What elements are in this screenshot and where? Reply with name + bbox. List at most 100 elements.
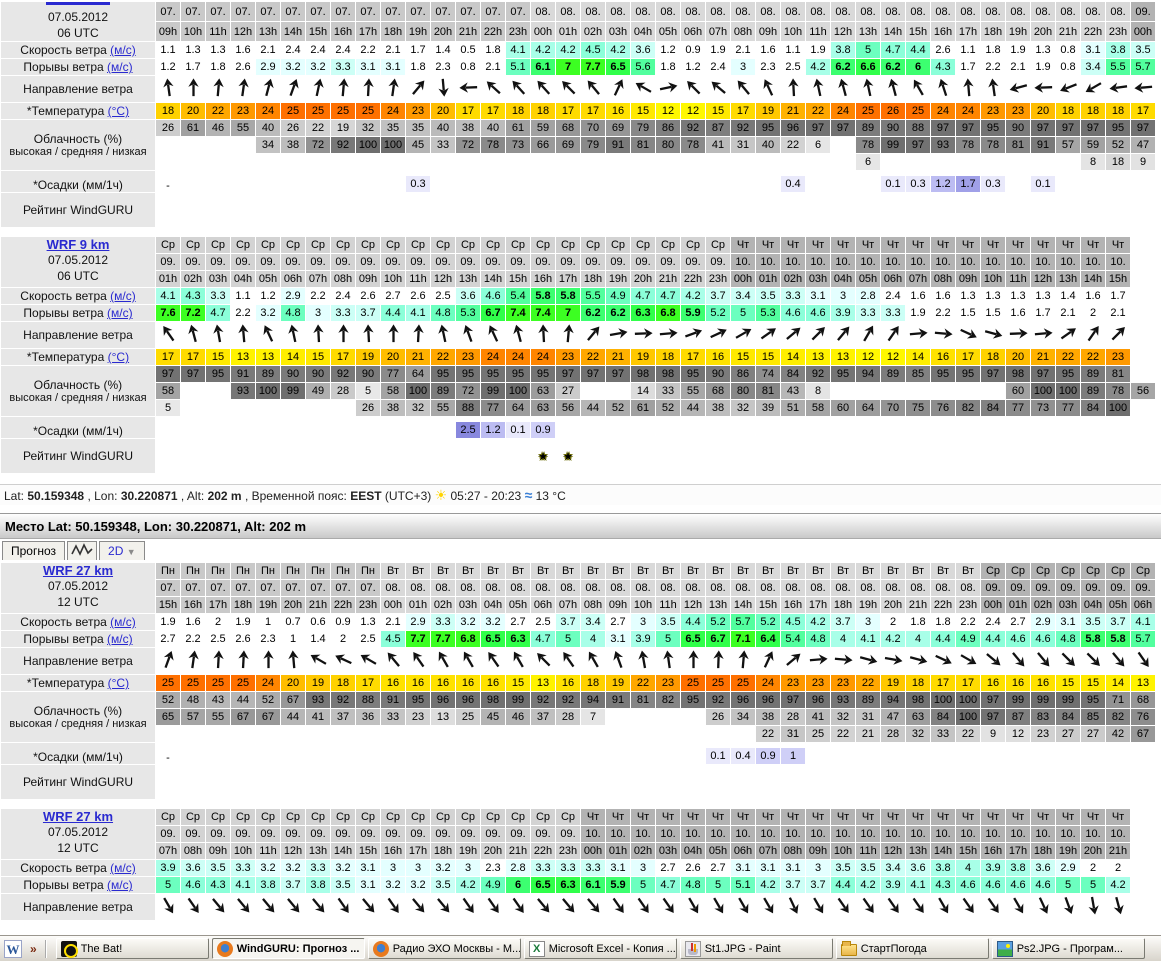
cloud-mid-cell: 67	[231, 709, 255, 725]
speed-cell: 3.1	[806, 288, 830, 304]
hour-cell: 08h	[781, 843, 805, 859]
cloud-mid-cell: 78	[856, 137, 880, 153]
wind-direction-arrow-icon	[906, 894, 930, 920]
day-date-cell: 08.	[706, 2, 730, 21]
precip-cell	[206, 743, 230, 764]
cloud-low-cell: 84	[981, 400, 1005, 416]
wind-direction-arrow-icon	[1056, 894, 1080, 920]
taskbar-button-excel-3[interactable]: Microsoft Excel - Копия ...	[524, 938, 677, 959]
gust-cell: 4.1	[231, 877, 255, 893]
day-abbr-cell: Чт	[1106, 809, 1130, 825]
cloud-low-cell	[481, 726, 505, 742]
speed-cell: 3	[631, 860, 655, 876]
speed-unit-link[interactable]: (м/с)	[110, 43, 136, 57]
temp-unit-link[interactable]: (°C)	[108, 350, 129, 364]
hour-cell: 06h	[281, 271, 305, 287]
cloud-high-cell: 98	[656, 366, 680, 382]
speed-cell: 5.2	[706, 614, 730, 630]
precip-cell	[706, 417, 730, 438]
cloud-mid-cell: 60	[1006, 383, 1030, 399]
gusts-unit-link[interactable]: (м/с)	[107, 878, 133, 892]
precip-cell	[1031, 743, 1055, 764]
gust-cell: 2.6	[231, 59, 255, 75]
day-date-cell: 07.	[506, 2, 530, 21]
cloud-low-cell: 67	[1131, 726, 1155, 742]
cloud-low-cell: 64	[856, 400, 880, 416]
gust-cell: 5.5	[1106, 59, 1130, 75]
cloud-mid-cell: 73	[506, 137, 530, 153]
precip-cell	[656, 417, 680, 438]
precip-cell	[906, 417, 930, 438]
cloud-low-cell	[406, 154, 430, 170]
day-abbr-cell: Ср	[531, 809, 555, 825]
rating-cell	[306, 193, 330, 227]
day-date-cell: 10.	[881, 254, 905, 270]
gusts-unit-link[interactable]: (м/с)	[107, 306, 133, 320]
taskbar-button-paint-4[interactable]: St1.JPG - Paint	[680, 938, 833, 959]
taskbar-button-image-6[interactable]: Ps2.JPG - Програм...	[992, 938, 1145, 959]
day-date-cell: 09.	[656, 254, 680, 270]
row-label-cloud-cover: Облачность (%)высокая / средняя / низкая	[1, 692, 155, 742]
rating-cell	[481, 193, 505, 227]
day-abbr-cell: Вт	[931, 563, 955, 579]
model-link[interactable]: WRF 27 km	[43, 563, 113, 578]
tab-2d[interactable]: 2D ▼	[99, 541, 145, 560]
gust-cell: 4.6	[1006, 631, 1030, 647]
chevron-right-icon[interactable]: »	[30, 942, 37, 956]
cloud-low-cell: 39	[756, 400, 780, 416]
rating-cell	[356, 193, 380, 227]
gusts-unit-link[interactable]: (м/с)	[107, 60, 133, 74]
precip-cell: 0.3	[981, 171, 1005, 192]
temp-unit-link[interactable]: (°C)	[108, 676, 129, 690]
wind-direction-arrow-icon	[1081, 76, 1105, 102]
temp-cell: 20	[1031, 103, 1055, 119]
speed-unit-link[interactable]: (м/с)	[110, 289, 136, 303]
row-label-wind-speed: Скорость ветра (м/с)	[1, 42, 155, 58]
day-abbr-cell: Чт	[806, 809, 830, 825]
temp-cell: 16	[406, 675, 430, 691]
taskbar-button-firefox-2[interactable]: Радио ЭХО Москвы - М...	[368, 938, 521, 959]
day-date-cell: 10.	[1031, 826, 1055, 842]
day-abbr-cell: Ср	[1131, 563, 1155, 579]
day-date-cell: 09.	[381, 826, 405, 842]
day-date-cell: 10.	[856, 826, 880, 842]
day-abbr-cell: Вт	[731, 563, 755, 579]
taskbar-button-thebat-0[interactable]: The Bat!	[56, 938, 209, 959]
temp-cell: 20	[381, 349, 405, 365]
row-label-rating: Рейтинг WindGURU	[1, 439, 155, 473]
row-label-temperature: *Температура (°C)	[1, 675, 155, 691]
speed-unit-link[interactable]: (м/с)	[110, 615, 136, 629]
hour-cell: 17h	[206, 597, 230, 613]
hour-cell: 09h	[806, 843, 830, 859]
day-abbr-cell: Ср	[506, 809, 530, 825]
word-icon[interactable]: W	[4, 940, 22, 958]
cloud-mid-cell: 78	[981, 137, 1005, 153]
cloud-mid-cell: 34	[731, 709, 755, 725]
temp-unit-link[interactable]: (°C)	[108, 104, 129, 118]
row-label-temperature: *Температура (°C)	[1, 349, 155, 365]
taskbar-button-folder-5[interactable]: СтартПогода	[836, 938, 989, 959]
model-link[interactable]: WRF 27 km	[43, 809, 113, 824]
cloud-mid-cell: 26	[706, 709, 730, 725]
wind-direction-arrow-icon	[681, 76, 705, 102]
model-link-cut[interactable]	[46, 2, 110, 5]
precip-cell	[381, 171, 405, 192]
taskbar-button-firefox-1[interactable]: WindGURU: Прогноз ...	[212, 938, 365, 959]
tab-forecast[interactable]: Прогноз	[2, 541, 65, 560]
row-label-precipitation: *Осадки (мм/1ч)	[1, 417, 155, 438]
wind-direction-arrow-icon	[956, 894, 980, 920]
wind-direction-arrow-icon	[581, 894, 605, 920]
day-date-cell: 09.	[231, 826, 255, 842]
gust-cell: 4.3	[206, 877, 230, 893]
gusts-unit-link[interactable]: (м/с)	[107, 632, 133, 646]
day-date-cell: 08.	[1031, 2, 1055, 21]
speed-unit-link[interactable]: (м/с)	[110, 861, 136, 875]
gust-cell: 6.2	[881, 59, 905, 75]
day-abbr-cell: Вт	[881, 563, 905, 579]
gust-cell: 6.5	[531, 877, 555, 893]
precip-cell	[756, 171, 780, 192]
cloud-low-cell: 56	[556, 400, 580, 416]
tab-graph[interactable]	[67, 541, 97, 560]
rating-cell	[481, 765, 505, 799]
model-link[interactable]: WRF 9 km	[47, 237, 110, 252]
